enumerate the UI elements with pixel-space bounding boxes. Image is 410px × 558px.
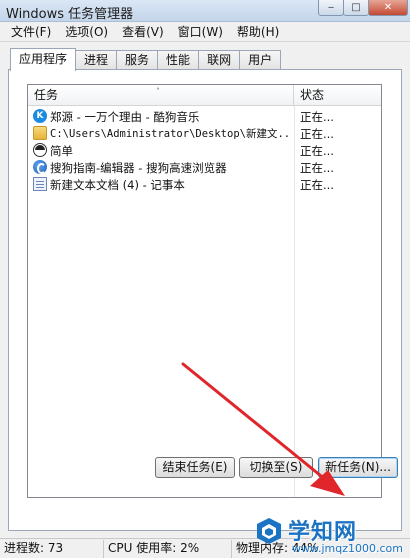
menu-help[interactable]: 帮助(H) xyxy=(230,23,286,40)
watermark-logo-icon xyxy=(257,518,281,544)
menu-view[interactable]: 查看(V) xyxy=(115,23,171,40)
task-row[interactable]: 搜狗指南-编辑器 - 搜狗高速浏览器 正在... xyxy=(28,159,381,176)
sogou-browser-icon xyxy=(33,160,47,174)
watermark-url: www.jmqz1000.com xyxy=(292,542,403,555)
sort-ascending-icon: ˄ xyxy=(156,87,160,96)
menu-window[interactable]: 窗口(W) xyxy=(171,23,230,40)
task-row[interactable]: 简单 正在... xyxy=(28,142,381,159)
column-header-task[interactable]: 任务 ˄ xyxy=(28,85,294,106)
column-status-label: 状态 xyxy=(300,88,325,102)
status-process-count: 进程数: 73 xyxy=(0,539,104,558)
status-cpu-usage: CPU 使用率: 2% xyxy=(104,539,232,558)
tab-networking[interactable]: 联网 xyxy=(198,50,241,70)
minimize-button[interactable]: ‒ xyxy=(318,0,344,16)
tab-services[interactable]: 服务 xyxy=(116,50,159,70)
end-task-button[interactable]: 结束任务(E) xyxy=(155,457,235,478)
kugou-music-icon: K xyxy=(33,109,47,123)
window-controls: ‒ □ ✕ xyxy=(318,0,408,16)
column-task-label: 任务 xyxy=(34,88,59,102)
tab-applications[interactable]: 应用程序 xyxy=(10,48,77,71)
folder-icon xyxy=(33,126,47,140)
task-row[interactable]: C:\Users\Administrator\Desktop\新建文... 正在… xyxy=(28,125,381,142)
watermark: 学知网 www.jmqz1000.com xyxy=(248,514,408,558)
tab-users[interactable]: 用户 xyxy=(239,50,282,70)
task-status: 正在... xyxy=(300,127,334,141)
task-status: 正在... xyxy=(300,144,334,158)
tab-processes[interactable]: 进程 xyxy=(75,50,118,70)
notepad-icon xyxy=(33,177,47,191)
maximize-button[interactable]: □ xyxy=(343,0,369,16)
task-name: 新建文本文档 (4) - 记事本 xyxy=(50,178,185,192)
task-name: C:\Users\Administrator\Desktop\新建文... xyxy=(50,128,290,140)
task-list-header: 任务 ˄ 状态 xyxy=(28,85,381,106)
new-task-button[interactable]: 新任务(N)... xyxy=(318,457,398,478)
task-status: 正在... xyxy=(300,161,334,175)
menu-bar: 文件(F) 选项(O) 查看(V) 窗口(W) 帮助(H) xyxy=(0,22,410,42)
tab-performance[interactable]: 性能 xyxy=(157,50,200,70)
switch-to-button[interactable]: 切换至(S) xyxy=(239,457,313,478)
close-button[interactable]: ✕ xyxy=(368,0,408,16)
tab-strip: 应用程序 进程 服务 性能 联网 用户 xyxy=(10,48,282,71)
task-row[interactable]: 新建文本文档 (4) - 记事本 正在... xyxy=(28,176,381,193)
task-status: 正在... xyxy=(300,110,334,124)
task-name: 郑源 - 一万个理由 - 酷狗音乐 xyxy=(50,110,200,124)
task-name: 搜狗指南-编辑器 - 搜狗高速浏览器 xyxy=(50,161,227,175)
task-name: 简单 xyxy=(50,144,73,158)
task-list[interactable]: 任务 ˄ 状态 K 郑源 - 一万个理由 - 酷狗音乐 正在... C:\Use… xyxy=(27,84,382,498)
menu-options[interactable]: 选项(O) xyxy=(58,23,115,40)
title-bar: Windows 任务管理器 ‒ □ ✕ xyxy=(0,0,410,22)
menu-file[interactable]: 文件(F) xyxy=(4,23,58,40)
task-row[interactable]: K 郑源 - 一万个理由 - 酷狗音乐 正在... xyxy=(28,108,381,125)
task-status: 正在... xyxy=(300,178,334,192)
window-title: Windows 任务管理器 xyxy=(6,7,134,22)
column-header-status[interactable]: 状态 xyxy=(294,85,382,106)
jianshu-avatar-icon xyxy=(33,143,47,157)
